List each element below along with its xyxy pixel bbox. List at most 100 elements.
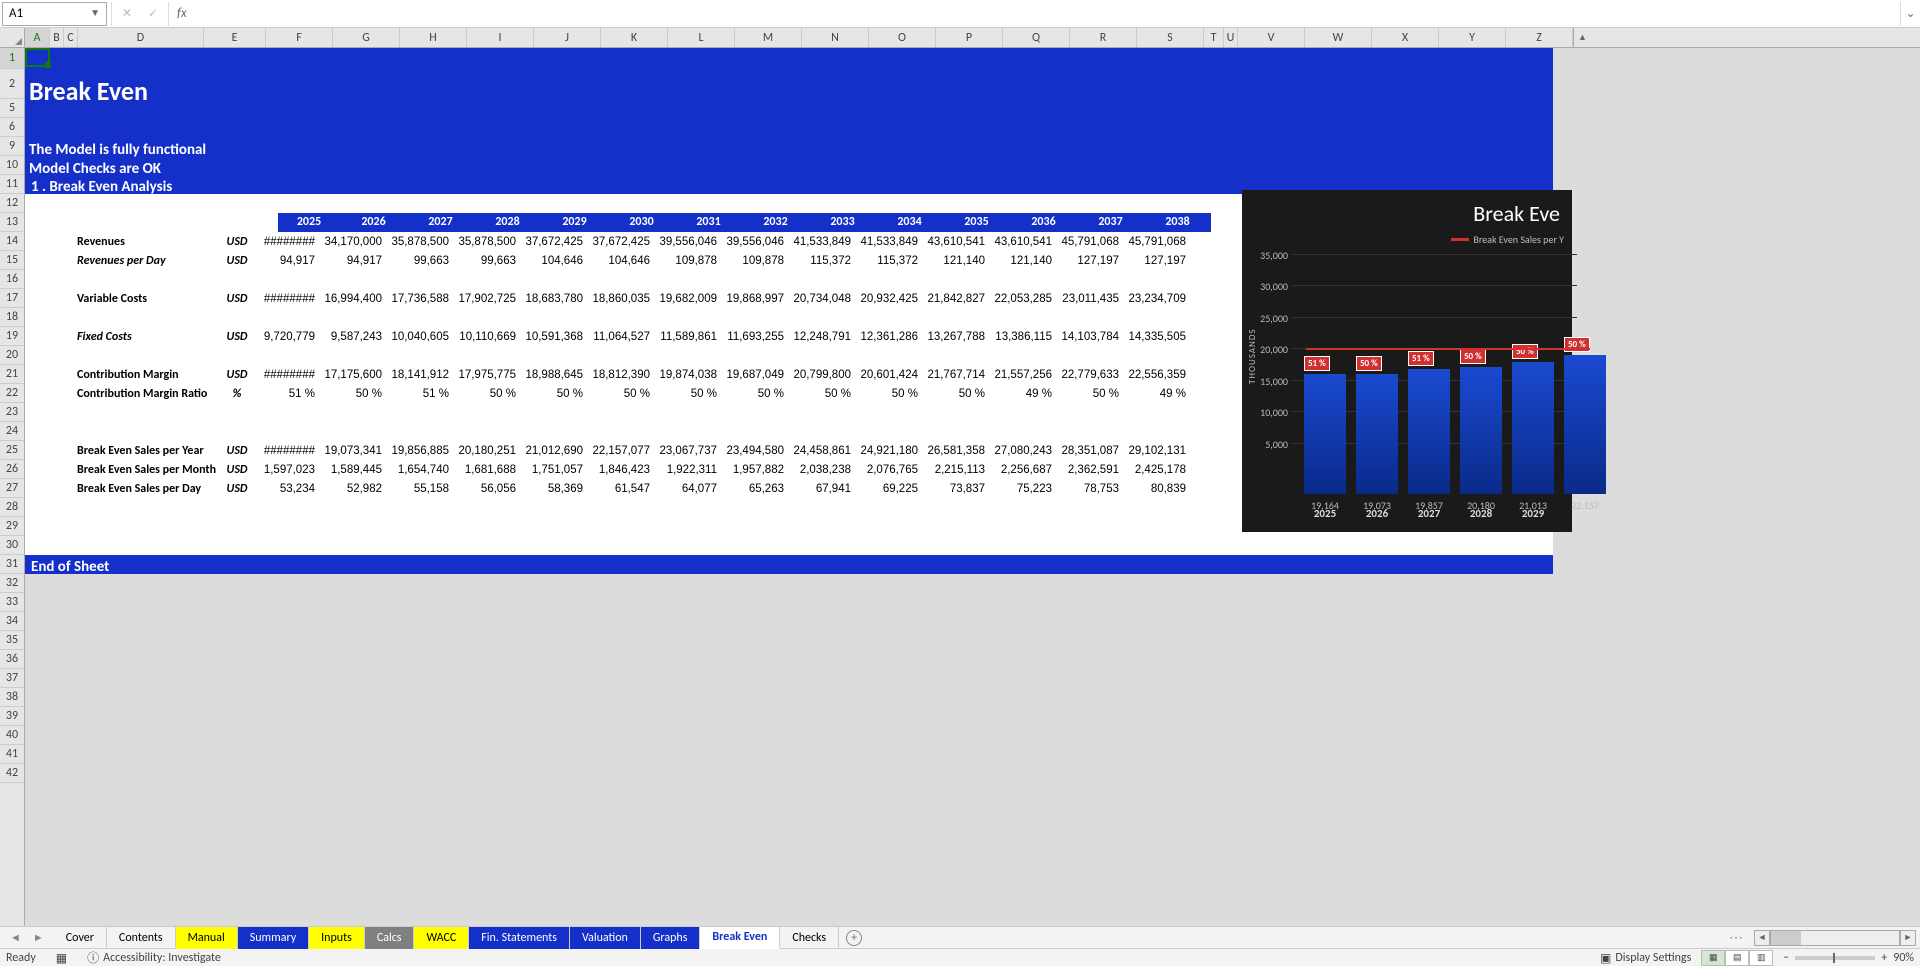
cell-value[interactable]: 94,917 bbox=[257, 255, 319, 267]
column-header-M[interactable]: M bbox=[735, 28, 802, 47]
cell-value[interactable]: 1,597,023 bbox=[257, 464, 319, 476]
cell-value[interactable]: 49 % bbox=[1123, 388, 1190, 400]
column-header-Y[interactable]: Y bbox=[1439, 28, 1506, 47]
cell-value[interactable]: 10,110,669 bbox=[453, 331, 520, 343]
cell-value[interactable]: 127,197 bbox=[1123, 255, 1190, 267]
name-box[interactable]: A1 ▼ bbox=[2, 2, 107, 26]
column-header-Q[interactable]: Q bbox=[1003, 28, 1070, 47]
row-header-2[interactable]: 2 bbox=[0, 69, 24, 99]
confirm-icon[interactable]: ✓ bbox=[144, 6, 162, 21]
column-header-P[interactable]: P bbox=[936, 28, 1003, 47]
row-header-11[interactable]: 11 bbox=[0, 175, 24, 194]
column-header-W[interactable]: W bbox=[1305, 28, 1372, 47]
row-header-36[interactable]: 36 bbox=[0, 650, 24, 669]
cell-value[interactable]: 50 % bbox=[453, 388, 520, 400]
row-header-34[interactable]: 34 bbox=[0, 612, 24, 631]
row-header-6[interactable]: 6 bbox=[0, 118, 24, 137]
cell-value[interactable]: ######## bbox=[257, 445, 319, 457]
cell-value[interactable]: 10,040,605 bbox=[386, 331, 453, 343]
column-header-O[interactable]: O bbox=[869, 28, 936, 47]
row-header-38[interactable]: 38 bbox=[0, 688, 24, 707]
cell-value[interactable]: 73,837 bbox=[922, 483, 989, 495]
cell-value[interactable]: 19,687,049 bbox=[721, 369, 788, 381]
column-header-N[interactable]: N bbox=[802, 28, 869, 47]
cell-value[interactable]: 21,842,827 bbox=[922, 293, 989, 305]
row-header-42[interactable]: 42 bbox=[0, 764, 24, 783]
cell-value[interactable]: 1,681,688 bbox=[453, 464, 520, 476]
column-header-G[interactable]: G bbox=[333, 28, 400, 47]
cell-value[interactable]: 50 % bbox=[520, 388, 587, 400]
cell-value[interactable]: 56,056 bbox=[453, 483, 520, 495]
cell-value[interactable]: 49 % bbox=[989, 388, 1056, 400]
cell-value[interactable]: 22,556,359 bbox=[1123, 369, 1190, 381]
column-header-H[interactable]: H bbox=[400, 28, 467, 47]
formula-expand-icon[interactable]: ⌄ bbox=[1900, 2, 1920, 26]
row-header-27[interactable]: 27 bbox=[0, 479, 24, 498]
column-header-D[interactable]: D bbox=[78, 28, 204, 47]
cell-value[interactable]: 39,556,046 bbox=[654, 236, 721, 248]
column-header-B[interactable]: B bbox=[50, 28, 64, 47]
sheet-tab-graphs[interactable]: Graphs bbox=[641, 927, 701, 949]
cell-value[interactable]: 2,256,687 bbox=[989, 464, 1056, 476]
cell-value[interactable]: 12,248,791 bbox=[788, 331, 855, 343]
cell-value[interactable]: 24,458,861 bbox=[788, 445, 855, 457]
column-header-V[interactable]: V bbox=[1238, 28, 1305, 47]
select-all-corner[interactable] bbox=[0, 28, 25, 47]
cell-value[interactable]: 19,073,341 bbox=[319, 445, 386, 457]
cell-value[interactable]: ######## bbox=[257, 369, 319, 381]
cell-value[interactable]: 14,335,505 bbox=[1123, 331, 1190, 343]
row-header-39[interactable]: 39 bbox=[0, 707, 24, 726]
cell-value[interactable]: 64,077 bbox=[654, 483, 721, 495]
normal-view-icon[interactable]: ▦ bbox=[1701, 950, 1725, 966]
cell-value[interactable]: 50 % bbox=[788, 388, 855, 400]
cell-value[interactable]: 9,587,243 bbox=[319, 331, 386, 343]
cell-value[interactable]: 2,038,238 bbox=[788, 464, 855, 476]
row-header-15[interactable]: 15 bbox=[0, 251, 24, 270]
row-header-26[interactable]: 26 bbox=[0, 460, 24, 479]
hscroll-right-icon[interactable]: ► bbox=[1900, 930, 1916, 946]
accessibility-status[interactable]: ⓘ Accessibility: Investigate bbox=[87, 949, 221, 966]
cell-value[interactable]: 51 % bbox=[257, 388, 319, 400]
grid-area[interactable]: Break Even The Model is fully functional… bbox=[25, 48, 1920, 926]
cell-value[interactable]: 23,234,709 bbox=[1123, 293, 1190, 305]
cell-value[interactable]: 11,589,861 bbox=[654, 331, 721, 343]
cell-value[interactable]: 29,102,131 bbox=[1123, 445, 1190, 457]
cell-value[interactable]: 94,917 bbox=[319, 255, 386, 267]
cell-value[interactable]: 2,215,113 bbox=[922, 464, 989, 476]
cell-value[interactable]: 45,791,068 bbox=[1123, 236, 1190, 248]
sheet-tab-inputs[interactable]: Inputs bbox=[309, 927, 365, 949]
cell-value[interactable]: 51 % bbox=[386, 388, 453, 400]
cell-value[interactable]: 10,591,368 bbox=[520, 331, 587, 343]
hscroll-thumb[interactable] bbox=[1771, 931, 1801, 945]
column-header-E[interactable]: E bbox=[204, 28, 266, 47]
cell-value[interactable]: 53,234 bbox=[257, 483, 319, 495]
cell-value[interactable]: 104,646 bbox=[520, 255, 587, 267]
sheet-tab-calcs[interactable]: Calcs bbox=[365, 927, 415, 949]
cell-value[interactable]: 45,791,068 bbox=[1056, 236, 1123, 248]
cell-value[interactable]: 20,734,048 bbox=[788, 293, 855, 305]
cell-value[interactable]: 14,103,784 bbox=[1056, 331, 1123, 343]
cell-value[interactable]: 69,225 bbox=[855, 483, 922, 495]
cell-value[interactable]: 43,610,541 bbox=[922, 236, 989, 248]
cell-value[interactable]: 19,856,885 bbox=[386, 445, 453, 457]
cell-value[interactable]: 27,080,243 bbox=[989, 445, 1056, 457]
column-header-Z[interactable]: Z bbox=[1506, 28, 1573, 47]
cell-value[interactable]: 104,646 bbox=[587, 255, 654, 267]
cell-value[interactable]: 121,140 bbox=[922, 255, 989, 267]
sheet-tab-cover[interactable]: Cover bbox=[54, 927, 107, 949]
formula-input[interactable] bbox=[195, 2, 1900, 26]
add-sheet-button[interactable]: + bbox=[839, 930, 869, 946]
cell-value[interactable]: 75,223 bbox=[989, 483, 1056, 495]
cell-value[interactable]: ######## bbox=[257, 293, 319, 305]
cell-value[interactable]: ######## bbox=[257, 236, 319, 248]
cell-value[interactable]: 1,957,882 bbox=[721, 464, 788, 476]
cell-value[interactable]: 50 % bbox=[1056, 388, 1123, 400]
cell-value[interactable]: 52,982 bbox=[319, 483, 386, 495]
cell-value[interactable]: 17,902,725 bbox=[453, 293, 520, 305]
column-header-A[interactable]: A bbox=[25, 28, 50, 47]
row-header-17[interactable]: 17 bbox=[0, 289, 24, 308]
cell-value[interactable]: 61,547 bbox=[587, 483, 654, 495]
row-header-20[interactable]: 20 bbox=[0, 346, 24, 365]
row-header-31[interactable]: 31 bbox=[0, 555, 24, 574]
cell-value[interactable]: 17,175,600 bbox=[319, 369, 386, 381]
